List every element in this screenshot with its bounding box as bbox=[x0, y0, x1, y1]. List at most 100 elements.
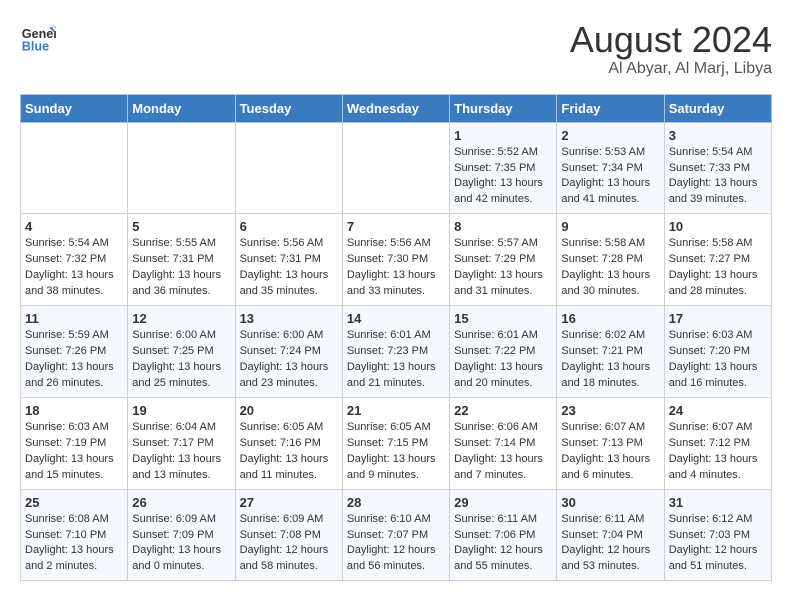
calendar-cell: 23 Sunrise: 6:07 AM Sunset: 7:13 PM Dayli… bbox=[557, 397, 664, 489]
calendar-week-row: 11Sunrise: 5:59 AM Sunset: 7:26 PM Dayli… bbox=[21, 306, 772, 398]
day-number: 16 bbox=[561, 311, 659, 326]
day-number: 6 bbox=[240, 219, 338, 234]
day-content: Sunrise: 6:02 AM Sunset: 7:21 PM Dayligh… bbox=[561, 328, 659, 392]
day-number: 26 bbox=[132, 495, 230, 510]
calendar-cell: 17 Sunrise: 6:03 AM Sunset: 7:20 PM Dayli… bbox=[664, 306, 771, 398]
day-content: Sunrise: 5:57 AM Sunset: 7:29 PM Dayligh… bbox=[454, 236, 552, 300]
calendar-cell: 8 Sunrise: 5:57 AM Sunset: 7:29 PM Daylig… bbox=[450, 214, 557, 306]
day-number: 3 bbox=[669, 128, 767, 143]
calendar-cell bbox=[128, 122, 235, 214]
calendar-cell: 4Sunrise: 5:54 AM Sunset: 7:32 PM Daylig… bbox=[21, 214, 128, 306]
day-content: Sunrise: 6:08 AM Sunset: 7:10 PM Dayligh… bbox=[25, 512, 123, 576]
day-number: 24 bbox=[669, 403, 767, 418]
logo: General Blue bbox=[20, 20, 56, 56]
weekday-header: Tuesday bbox=[235, 94, 342, 122]
day-number: 27 bbox=[240, 495, 338, 510]
day-number: 31 bbox=[669, 495, 767, 510]
calendar-week-row: 4Sunrise: 5:54 AM Sunset: 7:32 PM Daylig… bbox=[21, 214, 772, 306]
day-number: 8 bbox=[454, 219, 552, 234]
weekday-header: Wednesday bbox=[342, 94, 449, 122]
calendar-cell: 29Sunrise: 6:11 AM Sunset: 7:06 PM Dayli… bbox=[450, 489, 557, 581]
day-number: 17 bbox=[669, 311, 767, 326]
weekday-header: Saturday bbox=[664, 94, 771, 122]
calendar-cell: 21Sunrise: 6:05 AM Sunset: 7:15 PM Dayli… bbox=[342, 397, 449, 489]
day-content: Sunrise: 5:53 AM Sunset: 7:34 PM Dayligh… bbox=[561, 145, 659, 209]
day-number: 13 bbox=[240, 311, 338, 326]
calendar-cell: 13 Sunrise: 6:00 AM Sunset: 7:24 PM Dayli… bbox=[235, 306, 342, 398]
logo-icon: General Blue bbox=[20, 20, 56, 56]
calendar-cell: 7Sunrise: 5:56 AM Sunset: 7:30 PM Daylig… bbox=[342, 214, 449, 306]
day-number: 23 bbox=[561, 403, 659, 418]
calendar-cell: 9 Sunrise: 5:58 AM Sunset: 7:28 PM Daylig… bbox=[557, 214, 664, 306]
svg-text:Blue: Blue bbox=[22, 40, 49, 54]
day-number: 19 bbox=[132, 403, 230, 418]
calendar-cell: 25 Sunrise: 6:08 AM Sunset: 7:10 PM Dayli… bbox=[21, 489, 128, 581]
day-content: Sunrise: 5:58 AM Sunset: 7:28 PM Dayligh… bbox=[561, 236, 659, 300]
calendar-cell: 6Sunrise: 5:56 AM Sunset: 7:31 PM Daylig… bbox=[235, 214, 342, 306]
day-content: Sunrise: 5:55 AM Sunset: 7:31 PM Dayligh… bbox=[132, 236, 230, 300]
calendar-cell: 22 Sunrise: 6:06 AM Sunset: 7:14 PM Dayli… bbox=[450, 397, 557, 489]
day-content: Sunrise: 6:06 AM Sunset: 7:14 PM Dayligh… bbox=[454, 420, 552, 484]
day-number: 14 bbox=[347, 311, 445, 326]
calendar-cell: 16 Sunrise: 6:02 AM Sunset: 7:21 PM Dayli… bbox=[557, 306, 664, 398]
day-number: 18 bbox=[25, 403, 123, 418]
calendar-cell: 31 Sunrise: 6:12 AM Sunset: 7:03 PM Dayli… bbox=[664, 489, 771, 581]
day-content: Sunrise: 6:00 AM Sunset: 7:25 PM Dayligh… bbox=[132, 328, 230, 392]
day-number: 2 bbox=[561, 128, 659, 143]
day-content: Sunrise: 6:03 AM Sunset: 7:19 PM Dayligh… bbox=[25, 420, 123, 484]
calendar-cell: 3 Sunrise: 5:54 AM Sunset: 7:33 PM Daylig… bbox=[664, 122, 771, 214]
title-block: August 2024 Al Abyar, Al Marj, Libya bbox=[570, 20, 772, 78]
day-content: Sunrise: 6:03 AM Sunset: 7:20 PM Dayligh… bbox=[669, 328, 767, 392]
day-number: 10 bbox=[669, 219, 767, 234]
day-number: 25 bbox=[25, 495, 123, 510]
calendar-cell: 12 Sunrise: 6:00 AM Sunset: 7:25 PM Dayli… bbox=[128, 306, 235, 398]
calendar-cell: 19 Sunrise: 6:04 AM Sunset: 7:17 PM Dayli… bbox=[128, 397, 235, 489]
calendar-cell: 11Sunrise: 5:59 AM Sunset: 7:26 PM Dayli… bbox=[21, 306, 128, 398]
weekday-header: Thursday bbox=[450, 94, 557, 122]
calendar-week-row: 1 Sunrise: 5:52 AM Sunset: 7:35 PM Daylig… bbox=[21, 122, 772, 214]
calendar-week-row: 25 Sunrise: 6:08 AM Sunset: 7:10 PM Dayli… bbox=[21, 489, 772, 581]
weekday-header: Sunday bbox=[21, 94, 128, 122]
weekday-header: Friday bbox=[557, 94, 664, 122]
day-content: Sunrise: 6:12 AM Sunset: 7:03 PM Dayligh… bbox=[669, 512, 767, 576]
day-content: Sunrise: 6:07 AM Sunset: 7:12 PM Dayligh… bbox=[669, 420, 767, 484]
day-number: 4 bbox=[25, 219, 123, 234]
calendar-cell bbox=[235, 122, 342, 214]
day-content: Sunrise: 5:54 AM Sunset: 7:33 PM Dayligh… bbox=[669, 145, 767, 209]
day-content: Sunrise: 6:00 AM Sunset: 7:24 PM Dayligh… bbox=[240, 328, 338, 392]
day-content: Sunrise: 6:11 AM Sunset: 7:06 PM Dayligh… bbox=[454, 512, 552, 576]
weekday-header-row: SundayMondayTuesdayWednesdayThursdayFrid… bbox=[21, 94, 772, 122]
day-content: Sunrise: 6:10 AM Sunset: 7:07 PM Dayligh… bbox=[347, 512, 445, 576]
day-content: Sunrise: 6:05 AM Sunset: 7:16 PM Dayligh… bbox=[240, 420, 338, 484]
calendar-cell: 2 Sunrise: 5:53 AM Sunset: 7:34 PM Daylig… bbox=[557, 122, 664, 214]
day-content: Sunrise: 5:52 AM Sunset: 7:35 PM Dayligh… bbox=[454, 145, 552, 209]
day-content: Sunrise: 6:01 AM Sunset: 7:22 PM Dayligh… bbox=[454, 328, 552, 392]
day-number: 11 bbox=[25, 311, 123, 326]
day-content: Sunrise: 6:09 AM Sunset: 7:08 PM Dayligh… bbox=[240, 512, 338, 576]
calendar-cell bbox=[342, 122, 449, 214]
calendar-cell: 24 Sunrise: 6:07 AM Sunset: 7:12 PM Dayli… bbox=[664, 397, 771, 489]
day-content: Sunrise: 6:09 AM Sunset: 7:09 PM Dayligh… bbox=[132, 512, 230, 576]
page-header: General Blue August 2024 Al Abyar, Al Ma… bbox=[20, 20, 772, 78]
day-number: 28 bbox=[347, 495, 445, 510]
day-number: 20 bbox=[240, 403, 338, 418]
day-number: 9 bbox=[561, 219, 659, 234]
day-number: 12 bbox=[132, 311, 230, 326]
day-content: Sunrise: 6:07 AM Sunset: 7:13 PM Dayligh… bbox=[561, 420, 659, 484]
location-subtitle: Al Abyar, Al Marj, Libya bbox=[570, 60, 772, 78]
calendar-cell: 10 Sunrise: 5:58 AM Sunset: 7:27 PM Dayli… bbox=[664, 214, 771, 306]
calendar-cell: 14 Sunrise: 6:01 AM Sunset: 7:23 PM Dayli… bbox=[342, 306, 449, 398]
day-content: Sunrise: 6:04 AM Sunset: 7:17 PM Dayligh… bbox=[132, 420, 230, 484]
day-number: 30 bbox=[561, 495, 659, 510]
day-content: Sunrise: 5:58 AM Sunset: 7:27 PM Dayligh… bbox=[669, 236, 767, 300]
month-year-title: August 2024 bbox=[570, 20, 772, 60]
day-number: 7 bbox=[347, 219, 445, 234]
day-content: Sunrise: 6:01 AM Sunset: 7:23 PM Dayligh… bbox=[347, 328, 445, 392]
day-number: 1 bbox=[454, 128, 552, 143]
calendar-cell: 30 Sunrise: 6:11 AM Sunset: 7:04 PM Dayli… bbox=[557, 489, 664, 581]
day-number: 22 bbox=[454, 403, 552, 418]
day-content: Sunrise: 6:11 AM Sunset: 7:04 PM Dayligh… bbox=[561, 512, 659, 576]
calendar-cell bbox=[21, 122, 128, 214]
calendar-cell: 26 Sunrise: 6:09 AM Sunset: 7:09 PM Dayli… bbox=[128, 489, 235, 581]
weekday-header: Monday bbox=[128, 94, 235, 122]
